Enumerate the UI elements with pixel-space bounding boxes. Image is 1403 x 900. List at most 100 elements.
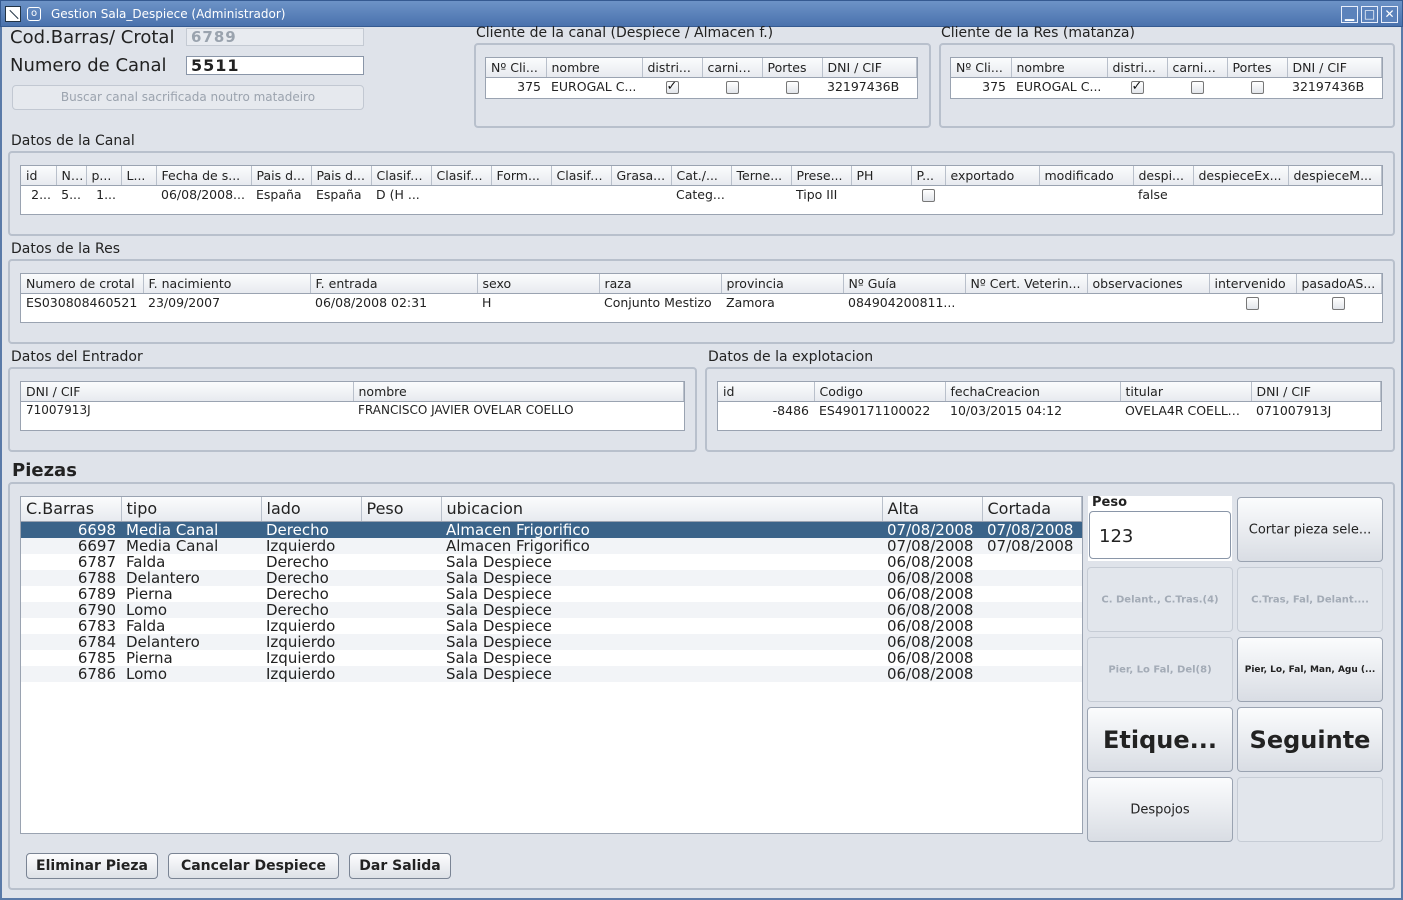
column-header[interactable]: Pais d... (311, 166, 372, 186)
column-header[interactable]: carnic... (702, 58, 763, 78)
table-row[interactable]: 71007913J FRANCISCO JAVIER OVELAR COELLO (21, 401, 684, 419)
seguinte-button[interactable]: Seguinte (1237, 707, 1383, 772)
column-header[interactable]: DNI / CIF (822, 58, 917, 78)
table-row[interactable]: 375 EUROGAL C... 32197436B (486, 77, 917, 95)
column-header[interactable]: Cat./... (671, 166, 732, 186)
column-header[interactable]: titular (1120, 382, 1252, 402)
column-header[interactable]: despieceM... (1288, 166, 1382, 186)
column-header[interactable]: Portes (762, 58, 823, 78)
column-header[interactable]: Prese... (791, 166, 852, 186)
table-row[interactable]: -8486 ES490171100022 10/03/2015 04:12 OV… (718, 401, 1381, 419)
table-row[interactable]: 6698 Media Canal Derecho Almacen Frigorific… (21, 521, 1082, 538)
column-header[interactable]: id (21, 166, 57, 186)
table-row[interactable]: 6787 Falda Derecho Sala Despiece 06/08/2008 (21, 554, 1082, 570)
column-header[interactable]: despi... (1133, 166, 1194, 186)
column-header[interactable]: DNI / CIF (21, 382, 354, 402)
column-header[interactable]: Pais d... (251, 166, 312, 186)
datos-canal-table[interactable]: id N... p... L... Fecha de s... Pais d... Pais… (20, 165, 1383, 215)
column-header[interactable]: Clasif-... (431, 166, 492, 186)
column-header[interactable]: Numero de crotal (21, 274, 144, 294)
column-header[interactable]: F. entrada (310, 274, 478, 294)
distri-checkbox[interactable] (1130, 79, 1144, 94)
column-header[interactable]: Terne... (731, 166, 792, 186)
table-row[interactable]: 375 EUROGAL C... 32197436B (951, 77, 1382, 95)
close-button[interactable]: ✕ (1381, 6, 1398, 23)
column-header[interactable]: Nº Cli... (951, 58, 1012, 78)
column-header[interactable]: modificado (1039, 166, 1134, 186)
piezas-table[interactable]: C.Barras tipo lado Peso ubicacion Alta C… (20, 496, 1083, 834)
table-row[interactable]: 6784 Delantero Izquierdo Sala Despiece 06/08… (21, 633, 1082, 650)
column-header[interactable]: id (718, 382, 815, 402)
column-header[interactable]: Peso (361, 497, 442, 522)
table-row[interactable]: 6785 Pierna Izquierdo Sala Despiece 06/08/20… (21, 650, 1082, 666)
pasado-checkbox[interactable] (1332, 296, 1346, 310)
column-header[interactable]: Nº Cli... (486, 58, 547, 78)
column-header[interactable]: P... (911, 166, 946, 186)
p-checkbox[interactable] (921, 188, 935, 202)
table-row[interactable]: 6697 Media Canal Izquierdo Almacen Frigorif… (21, 537, 1082, 554)
minimize-button[interactable]: ▁ (1341, 6, 1358, 23)
column-header[interactable]: L... (121, 166, 157, 186)
column-header[interactable]: F. nacimiento (143, 274, 311, 294)
column-header[interactable]: sexo (477, 274, 600, 294)
column-header[interactable]: observaciones (1087, 274, 1210, 294)
peso-input[interactable]: 123 (1089, 511, 1231, 559)
column-header[interactable]: despieceEx... (1193, 166, 1289, 186)
column-header[interactable]: DNI / CIF (1287, 58, 1382, 78)
despojos-button[interactable]: Despojos (1087, 777, 1233, 842)
table-row[interactable]: ES030808460521 23/09/2007 06/08/2008 02:31… (21, 293, 1382, 311)
etiquetar-button[interactable]: Etique... (1087, 707, 1233, 772)
column-header[interactable]: Codigo (814, 382, 946, 402)
eliminar-pieza-button[interactable]: Eliminar Pieza (26, 853, 158, 879)
datos-explotacion-table[interactable]: id Codigo fechaCreacion titular DNI / CI… (717, 381, 1382, 431)
column-header[interactable]: PH (851, 166, 912, 186)
column-header[interactable]: Clasif-... (551, 166, 612, 186)
column-header[interactable]: N... (56, 166, 87, 186)
distri-checkbox[interactable] (665, 79, 679, 94)
column-header[interactable]: DNI / CIF (1251, 382, 1381, 402)
cancelar-despiece-button[interactable]: Cancelar Despiece (168, 853, 339, 879)
portes-checkbox[interactable] (785, 80, 799, 94)
column-header[interactable]: nombre (353, 382, 684, 402)
portes-checkbox[interactable] (1250, 80, 1264, 94)
table-row[interactable]: 6789 Pierna Derecho Sala Despiece 06/08/2008 (21, 586, 1082, 602)
column-header[interactable]: raza (599, 274, 722, 294)
column-header[interactable]: Nº Guía (843, 274, 966, 294)
column-header[interactable]: nombre (546, 58, 643, 78)
cortar-pieza-button[interactable]: Cortar pieza sele... (1237, 497, 1383, 562)
intervenido-checkbox[interactable] (1246, 296, 1259, 310)
column-header[interactable]: intervenido (1209, 274, 1297, 294)
cliente-res-table[interactable]: Nº Cli... nombre distri... carnic... Por… (950, 57, 1383, 99)
cliente-canal-table[interactable]: Nº Cli... nombre distri... carnic... Por… (485, 57, 918, 99)
table-row[interactable]: 6786 Lomo Izquierdo Sala Despiece 06/08/2008 (21, 665, 1082, 682)
column-header[interactable]: Alta (882, 497, 983, 522)
column-header[interactable]: Form... (491, 166, 552, 186)
column-header[interactable]: fechaCreacion (945, 382, 1121, 402)
carnic-checkbox[interactable] (1190, 80, 1204, 94)
column-header[interactable]: distri... (642, 58, 703, 78)
column-header[interactable]: Nº Cert. Veterin... (965, 274, 1088, 294)
pier-lo-fal-man-button[interactable]: Pier, Lo, Fal, Man, Agu (... (1237, 637, 1383, 702)
canal-number-input[interactable]: 5511 (186, 56, 364, 75)
datos-res-table[interactable]: Numero de crotal F. nacimiento F. entrada s… (20, 273, 1383, 323)
column-header[interactable]: tipo (121, 497, 262, 522)
column-header[interactable]: p... (86, 166, 122, 186)
datos-entrador-table[interactable]: DNI / CIF nombre 71007913J FRANCISCO JAV… (20, 381, 685, 431)
table-row[interactable]: 6790 Lomo Derecho Sala Despiece 06/08/2008 (21, 601, 1082, 618)
table-row[interactable]: 6788 Delantero Derecho Sala Despiece 06/08/2… (21, 569, 1082, 586)
maximize-button[interactable]: □ (1361, 6, 1378, 23)
table-row[interactable]: 6783 Falda Izquierdo Sala Despiece 06/08/200… (21, 618, 1082, 634)
column-header[interactable]: nombre (1011, 58, 1108, 78)
column-header[interactable]: Grasa... (611, 166, 672, 186)
table-row[interactable]: 2... 5... 1... 06/08/2008... España España D (… (21, 185, 1382, 203)
column-header[interactable]: lado (261, 497, 362, 522)
column-header[interactable]: Clasif-... (371, 166, 432, 186)
column-header[interactable]: Fecha de s... (156, 166, 252, 186)
column-header[interactable]: ubicacion (441, 497, 883, 522)
column-header[interactable]: pasadoAS... (1296, 274, 1382, 294)
column-header[interactable]: carnic... (1167, 58, 1228, 78)
system-menu-icon[interactable]: o (27, 7, 41, 21)
dar-salida-button[interactable]: Dar Salida (349, 853, 451, 879)
column-header[interactable]: C.Barras (21, 497, 122, 522)
column-header[interactable]: distri... (1107, 58, 1168, 78)
